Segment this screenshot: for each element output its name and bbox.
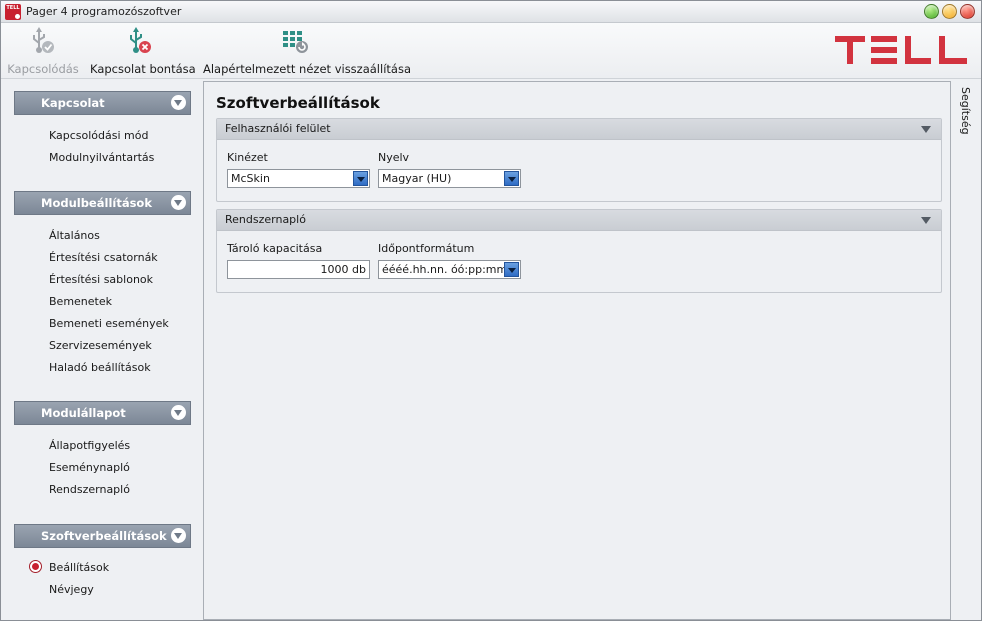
- group-title: Rendszernapló: [225, 213, 306, 226]
- language-value: Magyar (HU): [382, 172, 452, 185]
- sidebar-section-software-settings[interactable]: Szoftverbeállítások: [14, 524, 191, 548]
- language-label: Nyelv: [378, 151, 410, 164]
- chevron-down-icon[interactable]: [171, 95, 186, 110]
- dropdown-arrow-icon[interactable]: [353, 171, 368, 186]
- reset-view-label: Alapértelmezett nézet visszaállítása: [203, 62, 411, 76]
- system-log-header[interactable]: Rendszernapló: [217, 210, 941, 231]
- skin-label: Kinézet: [227, 151, 268, 164]
- app-window: TELL Pager 4 programozószoftver Kapcsoló…: [0, 0, 982, 621]
- section-title: Kapcsolat: [41, 96, 105, 110]
- system-log-group: Rendszernapló Tároló kapacitása 1000 db …: [216, 209, 942, 293]
- app-logo-icon: TELL: [5, 4, 21, 20]
- tell-logo: [835, 36, 971, 67]
- minimize-button[interactable]: [924, 4, 939, 19]
- chevron-down-icon[interactable]: [171, 528, 186, 543]
- sidebar-item-inputs[interactable]: Bemenetek: [49, 295, 112, 308]
- collapse-arrow-icon[interactable]: [921, 217, 931, 224]
- page-title: Szoftverbeállítások: [216, 94, 380, 112]
- sidebar-item-input-events[interactable]: Bemeneti események: [49, 317, 169, 330]
- selected-indicator-icon: [29, 560, 42, 573]
- reset-view-button[interactable]: Alapértelmezett nézet visszaállítása: [203, 27, 411, 77]
- timeformat-select[interactable]: éééé.hh.nn. óó:pp:mm: [378, 260, 521, 279]
- language-select[interactable]: Magyar (HU): [378, 169, 521, 188]
- sidebar-item-advanced-settings[interactable]: Haladó beállítások: [49, 361, 151, 374]
- sidebar-item-event-log[interactable]: Eseménynapló: [49, 461, 130, 474]
- group-title: Felhasználói felület: [225, 122, 331, 135]
- section-title: Szoftverbeállítások: [41, 529, 167, 543]
- sidebar: Kapcsolat Kapcsolódási mód Modulnyilvánt…: [3, 81, 202, 620]
- sidebar-item-module-registry[interactable]: Modulnyilvántartás: [49, 151, 154, 164]
- window-controls: [924, 4, 975, 19]
- section-title: Modulbeállítások: [41, 196, 152, 210]
- section-title: Modulállapot: [41, 406, 126, 420]
- help-label: Segítség: [959, 87, 972, 135]
- sidebar-item-system-log[interactable]: Rendszernapló: [49, 483, 130, 496]
- connect-label: Kapcsolódás: [7, 62, 79, 76]
- sidebar-item-settings[interactable]: Beállítások: [49, 561, 109, 574]
- title-bar: TELL Pager 4 programozószoftver: [1, 1, 981, 23]
- disconnect-button[interactable]: Kapcsolat bontása: [90, 27, 196, 77]
- sidebar-item-notification-channels[interactable]: Értesítési csatornák: [49, 251, 158, 264]
- collapse-arrow-icon[interactable]: [921, 126, 931, 133]
- maximize-button[interactable]: [942, 4, 957, 19]
- skin-value: McSkin: [231, 172, 270, 185]
- main-panel: Szoftverbeállítások Felhasználói felület…: [203, 81, 951, 620]
- sidebar-section-module-settings[interactable]: Modulbeállítások: [14, 191, 191, 215]
- capacity-input[interactable]: 1000 db: [227, 260, 370, 279]
- ui-settings-group: Felhasználói felület Kinézet McSkin Nyel…: [216, 118, 942, 202]
- usb-connect-icon: [7, 27, 79, 55]
- sidebar-item-general[interactable]: Általános: [49, 229, 100, 242]
- disconnect-label: Kapcsolat bontása: [90, 62, 196, 76]
- chevron-down-icon[interactable]: [171, 195, 186, 210]
- chevron-down-icon[interactable]: [171, 405, 186, 420]
- skin-select[interactable]: McSkin: [227, 169, 370, 188]
- sidebar-item-status-monitor[interactable]: Állapotfigyelés: [49, 439, 130, 452]
- sidebar-item-about[interactable]: Névjegy: [49, 583, 94, 596]
- close-button[interactable]: [960, 4, 975, 19]
- help-panel-tab[interactable]: Segítség: [952, 81, 981, 620]
- timeformat-label: Időpontformátum: [378, 242, 475, 255]
- capacity-label: Tároló kapacitása: [227, 242, 323, 255]
- sidebar-section-module-status[interactable]: Modulállapot: [14, 401, 191, 425]
- grid-reset-icon: [203, 27, 389, 55]
- sidebar-section-connection[interactable]: Kapcsolat: [14, 91, 191, 115]
- sidebar-item-connection-mode[interactable]: Kapcsolódási mód: [49, 129, 148, 142]
- connect-button[interactable]: Kapcsolódás: [7, 27, 79, 77]
- ui-settings-header[interactable]: Felhasználói felület: [217, 119, 941, 140]
- timeformat-value: éééé.hh.nn. óó:pp:mm: [382, 263, 508, 276]
- window-title: Pager 4 programozószoftver: [26, 5, 182, 18]
- usb-disconnect-icon: [90, 27, 190, 55]
- dropdown-arrow-icon[interactable]: [504, 171, 519, 186]
- sidebar-item-service-events[interactable]: Szervizesemények: [49, 339, 152, 352]
- dropdown-arrow-icon[interactable]: [504, 262, 519, 277]
- sidebar-item-notification-templates[interactable]: Értesítési sablonok: [49, 273, 153, 286]
- toolbar: Kapcsolódás Kapcsolat bontása Alapértelm…: [1, 23, 981, 79]
